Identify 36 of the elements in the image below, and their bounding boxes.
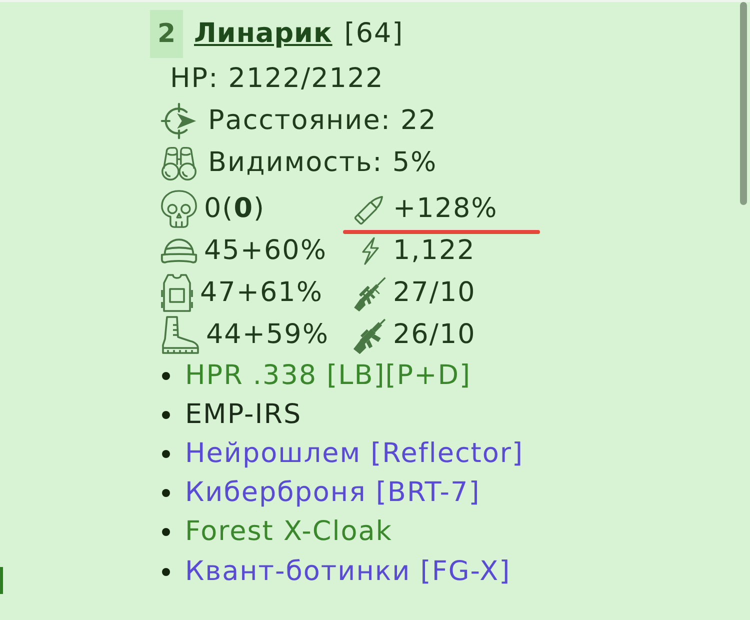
stat-text: Видимость: 5% <box>208 147 438 179</box>
helmet-icon <box>160 237 198 265</box>
number-badge: 2 <box>150 10 183 58</box>
list-bullet-icon <box>162 489 170 498</box>
stat-text: 47+61% <box>200 277 323 309</box>
equipment-item: HPR .338 [LB][P+D] <box>185 360 472 392</box>
list-bullet-icon <box>162 568 170 576</box>
stat-text: 26/10 <box>393 319 476 351</box>
scoped-rifle-icon <box>352 274 388 312</box>
stat-text: Расстояние: 22 <box>208 105 437 137</box>
stat-text: 45+60% <box>204 235 327 267</box>
list-bullet-icon <box>162 372 170 380</box>
unit-rank: [64] <box>344 17 404 51</box>
boot-icon <box>160 315 200 355</box>
unit-name-link[interactable]: Линарик <box>194 17 332 51</box>
equipment-item: Forest X-Cloak <box>185 516 392 548</box>
list-bullet-icon <box>162 450 170 458</box>
stat-text: 1,122 <box>393 235 476 267</box>
equipment-item: Квант-ботинки [FG-X] <box>185 556 511 588</box>
hp-text: HP: 2122/2122 <box>170 62 384 96</box>
scrollbar-thumb[interactable] <box>740 2 747 205</box>
list-bullet-icon <box>162 410 170 419</box>
skull-icon <box>160 189 198 229</box>
binoculars-icon <box>160 144 198 182</box>
equipment-item: Киберброня [BRT-7] <box>185 477 480 510</box>
rifle-icon <box>352 316 388 354</box>
edge-bar <box>0 567 3 594</box>
stat-text: 0(0) <box>204 193 266 225</box>
stat-text: 44+59% <box>206 319 329 351</box>
list-bullet-icon <box>162 528 170 536</box>
stat-text: 27/10 <box>393 277 476 309</box>
equipment-item: Нейрошлем [Reflector] <box>185 438 524 470</box>
vest-icon <box>160 273 194 313</box>
crosshair-icon <box>160 102 198 140</box>
equipment-item: EMP-IRS <box>185 398 302 431</box>
stat-text: +128% <box>393 193 498 225</box>
